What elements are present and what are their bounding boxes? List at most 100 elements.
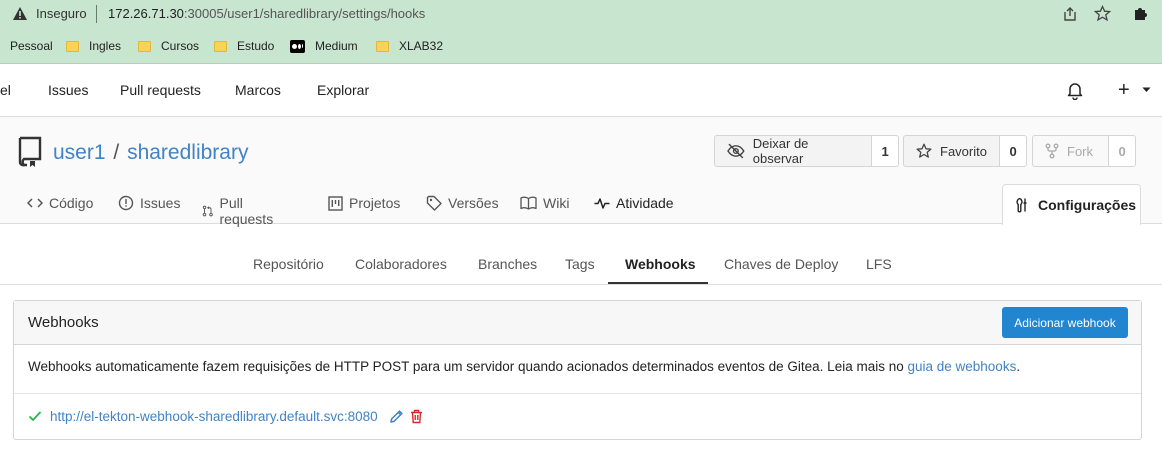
extensions-puzzle-icon[interactable]	[1132, 5, 1149, 22]
folder-icon	[376, 40, 389, 52]
create-menu-button[interactable]: +	[1118, 79, 1130, 102]
star-button-group: Favorito 0	[903, 135, 1027, 167]
settings-nav-deploy-keys[interactable]: Chaves de Deploy	[724, 256, 838, 272]
url-text[interactable]: 172.26.71.30:30005/user1/sharedlibrary/s…	[108, 6, 425, 21]
folder-icon	[138, 40, 151, 52]
tab-label: Código	[49, 195, 94, 211]
star-icon	[916, 143, 932, 158]
tab-label: Configurações	[1038, 197, 1137, 213]
address-bar[interactable]: Inseguro 172.26.71.30:30005/user1/shared…	[0, 0, 1162, 28]
bookmark-star-icon[interactable]	[1094, 5, 1111, 22]
webhook-url-link[interactable]: http://el-tekton-webhook-sharedlibrary.d…	[50, 409, 378, 424]
repo-header: user1 / sharedlibrary Deixar de observar…	[0, 117, 1162, 227]
folder-icon	[214, 40, 227, 52]
settings-nav-tags[interactable]: Tags	[565, 256, 595, 272]
bookmark-label: Pessoal	[10, 39, 53, 53]
tab-projects[interactable]: Projetos	[328, 195, 400, 211]
webhooks-panel-header: Webhooks Adicionar webhook	[14, 301, 1141, 345]
caret-down-icon[interactable]	[1142, 87, 1151, 93]
trash-icon[interactable]	[410, 409, 423, 424]
add-webhook-button[interactable]: Adicionar webhook	[1002, 307, 1128, 338]
tab-settings[interactable]: Configurações	[1002, 184, 1141, 225]
fork-icon	[1045, 143, 1059, 159]
nav-item-explorar[interactable]: Explorar	[317, 82, 369, 98]
settings-nav-branches[interactable]: Branches	[478, 256, 537, 272]
star-count[interactable]: 0	[1000, 136, 1026, 166]
webhooks-title: Webhooks	[28, 314, 99, 331]
settings-nav-webhooks[interactable]: Webhooks	[625, 256, 696, 272]
bookmark-pessoal[interactable]: Pessoal	[10, 37, 53, 55]
url-path: :30005/user1/sharedlibrary/settings/hook…	[183, 6, 426, 21]
bookmark-medium[interactable]: Medium	[290, 37, 358, 55]
repo-owner-link[interactable]: user1	[53, 141, 106, 164]
share-icon[interactable]	[1062, 6, 1078, 22]
tab-label: Pull requests	[219, 195, 274, 227]
star-label: Favorito	[940, 143, 987, 159]
edit-pencil-icon[interactable]	[389, 409, 404, 424]
pulse-icon	[594, 198, 610, 209]
bookmark-xlab32[interactable]: XLAB32	[376, 37, 443, 55]
repo-icon	[16, 135, 43, 167]
description-text: Webhooks automaticamente fazem requisiçõ…	[28, 359, 908, 374]
folder-icon	[66, 40, 79, 52]
bell-icon[interactable]	[1066, 81, 1084, 100]
fork-button[interactable]: Fork	[1033, 136, 1110, 166]
code-icon	[27, 198, 43, 208]
webhook-item: http://el-tekton-webhook-sharedlibrary.d…	[28, 407, 423, 425]
webhooks-panel: Webhooks Adicionar webhook Webhooks auto…	[13, 300, 1142, 440]
settings-nav-repository[interactable]: Repositório	[253, 256, 324, 272]
check-icon	[28, 410, 42, 422]
project-icon	[328, 195, 343, 211]
tab-label: Versões	[448, 195, 499, 211]
pull-request-icon	[202, 205, 213, 217]
eye-slash-icon	[727, 143, 745, 159]
book-icon	[520, 196, 537, 210]
tab-label: Projetos	[349, 195, 401, 211]
repo-title: user1 / sharedlibrary	[53, 141, 248, 165]
bookmark-cursos[interactable]: Cursos	[138, 37, 199, 55]
nav-item-issues[interactable]: Issues	[48, 82, 88, 98]
tab-label: Wiki	[543, 195, 570, 211]
description-end: .	[1016, 359, 1021, 374]
nav-item-partial[interactable]: el	[0, 82, 11, 98]
bookmarks-bar: Pessoal Ingles Cursos Estudo Medium XLAB…	[0, 28, 1162, 64]
tab-issues[interactable]: Issues	[118, 195, 180, 211]
settings-nav-collaborators[interactable]: Colaboradores	[355, 256, 447, 272]
bookmark-label: Estudo	[237, 39, 275, 53]
bookmark-estudo[interactable]: Estudo	[214, 37, 274, 55]
tab-releases[interactable]: Versões	[426, 195, 499, 211]
bookmark-label: Ingles	[89, 39, 122, 53]
unwatch-label: Deixar de observar	[752, 136, 809, 166]
nav-item-marcos[interactable]: Marcos	[235, 82, 281, 98]
star-button[interactable]: Favorito	[904, 136, 1001, 166]
repo-path-separator: /	[113, 141, 120, 164]
bookmark-ingles[interactable]: Ingles	[66, 37, 121, 55]
warning-icon[interactable]	[12, 6, 28, 21]
settings-subnav: Repositório Colaboradores Branches Tags …	[0, 244, 1162, 285]
url-host: 172.26.71.30	[108, 6, 184, 21]
tab-label: Issues	[140, 195, 181, 211]
tab-activity[interactable]: Atividade	[594, 195, 674, 211]
security-label[interactable]: Inseguro	[36, 6, 87, 21]
unwatch-button[interactable]: Deixar de observar	[715, 136, 873, 166]
watch-button-group: Deixar de observar 1	[714, 135, 899, 167]
webhooks-guide-link[interactable]: guia de webhooks	[907, 359, 1016, 374]
watch-count[interactable]: 1	[872, 136, 898, 166]
tab-wiki[interactable]: Wiki	[520, 195, 569, 211]
bookmark-label: Medium	[315, 39, 358, 53]
top-navigation: el Issues Pull requests Marcos Explorar …	[0, 64, 1162, 117]
settings-nav-lfs[interactable]: LFS	[866, 256, 892, 272]
address-divider	[96, 5, 97, 23]
bookmark-label: XLAB32	[399, 39, 444, 53]
tab-code[interactable]: Código	[27, 195, 93, 211]
tab-label: Atividade	[616, 195, 674, 211]
fork-button-group: Fork 0	[1032, 135, 1136, 167]
tools-icon	[1016, 197, 1027, 213]
nav-item-pull-requests[interactable]: Pull requests	[120, 82, 201, 98]
tab-pull-requests[interactable]: Pull requests	[202, 195, 278, 227]
repo-name-link[interactable]: sharedlibrary	[127, 141, 248, 164]
active-subnav-underline	[608, 282, 708, 284]
fork-count[interactable]: 0	[1109, 136, 1135, 166]
panel-divider	[14, 393, 1141, 394]
webhooks-description: Webhooks automaticamente fazem requisiçõ…	[28, 359, 1020, 374]
